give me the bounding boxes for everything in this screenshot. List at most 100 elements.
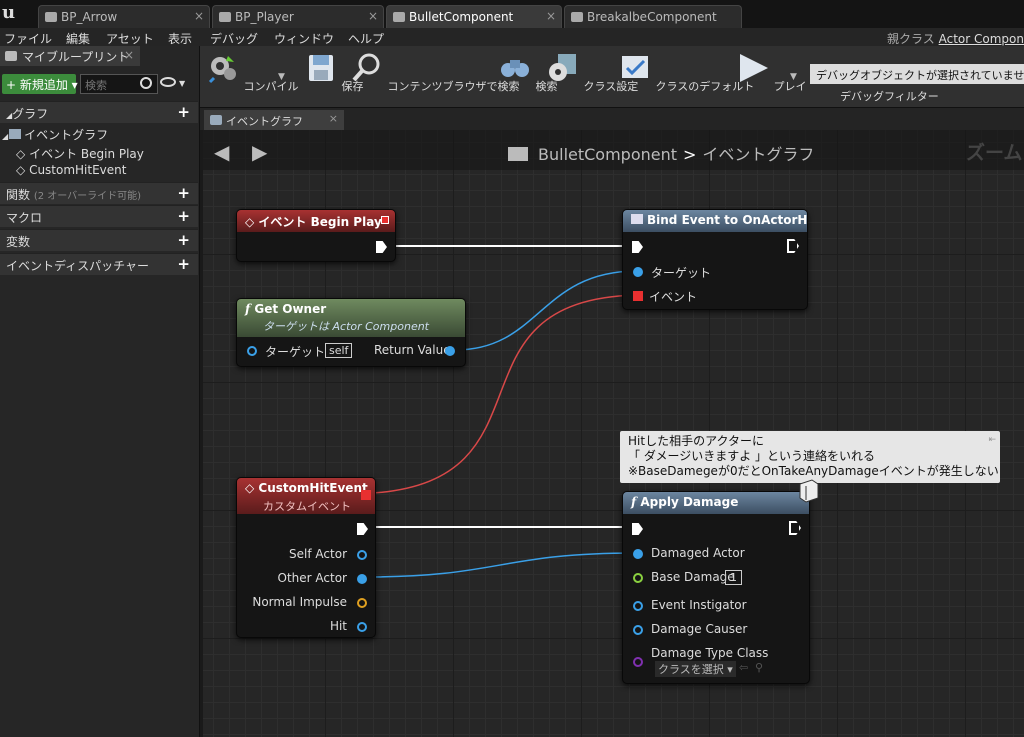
menu-debug[interactable]: デバッグ <box>210 30 258 47</box>
node-customhitevent[interactable]: ◇ CustomHitEvent カスタムイベント Self Actor Othe… <box>236 477 376 638</box>
search-icon[interactable]: ⚲ <box>755 661 763 674</box>
close-icon[interactable]: × <box>368 9 378 23</box>
find-button[interactable]: 検索 <box>498 52 558 94</box>
return-value-pin[interactable] <box>445 346 455 356</box>
tree-item-begin-play[interactable]: ◇ イベント Begin Play <box>16 145 144 162</box>
my-blueprint-tab[interactable]: マイブループリント × <box>0 46 140 66</box>
graph-icon <box>508 147 528 161</box>
add-new-button[interactable]: + 新規追加 ▾ <box>2 74 78 94</box>
base-damage-value[interactable]: 1 <box>725 570 742 585</box>
chevron-down-icon[interactable]: ▼ <box>278 72 285 82</box>
node-get-owner[interactable]: f Get Owner ターゲットは Actor Component ターゲット … <box>236 298 466 367</box>
delegate-pin[interactable] <box>381 216 389 224</box>
browse-arrow-icon[interactable]: ⇦ <box>739 661 748 674</box>
forward-arrow-icon[interactable]: ▶ <box>252 140 267 164</box>
add-icon[interactable]: + <box>177 184 190 202</box>
menu-edit[interactable]: 編集 <box>66 30 90 47</box>
pin-comment-icon[interactable]: ⇤ <box>988 433 996 448</box>
add-icon[interactable]: + <box>177 207 190 225</box>
back-arrow-icon[interactable]: ◀ <box>214 140 229 164</box>
tab-event-graph[interactable]: イベントグラフ × <box>204 110 344 130</box>
self-actor-pin[interactable] <box>357 550 367 560</box>
class-select-dropdown[interactable]: クラスを選択 ▾ <box>655 661 736 677</box>
node-apply-damage[interactable]: f Apply Damage Damaged Actor Base Damage… <box>622 491 810 684</box>
event-instigator-pin[interactable] <box>633 601 643 611</box>
tab-bp-arrow[interactable]: BP_Arrow × <box>38 5 210 28</box>
node-title: Get Owner <box>254 302 327 316</box>
other-actor-pin[interactable] <box>357 574 367 584</box>
blueprint-icon <box>45 12 57 22</box>
tab-bp-player[interactable]: BP_Player × <box>212 5 384 28</box>
target-pin[interactable] <box>633 267 643 277</box>
debug-object-select[interactable]: デバッグオブジェクトが選択されていませ <box>810 64 1024 84</box>
event-delegate-pin[interactable] <box>633 291 643 301</box>
exec-in-pin[interactable] <box>632 241 643 253</box>
class-defaults-button[interactable]: クラスのデフォルト <box>618 52 754 94</box>
add-icon[interactable]: + <box>177 255 190 273</box>
pin-label: ターゲット <box>651 266 712 280</box>
pin-label: Other Actor <box>277 571 347 585</box>
breadcrumb-separator: > <box>683 145 697 164</box>
compile-button[interactable]: コンパイル <box>206 52 299 94</box>
compile-label: コンパイル <box>243 80 299 93</box>
tree-item-event-graph[interactable]: ◢ イベントグラフ <box>2 126 108 143</box>
eye-icon[interactable] <box>160 77 176 87</box>
pin-label: Damage Type Class <box>651 646 769 660</box>
breadcrumb-component[interactable]: BulletComponent <box>538 145 677 164</box>
browse-button[interactable]: コンテンツブラウザで検索 <box>350 52 520 94</box>
section-label: マクロ <box>6 211 43 225</box>
tab-breakalbecomponent[interactable]: BreakalbeComponent <box>564 5 742 28</box>
parent-class-link[interactable]: Actor Compon <box>939 32 1024 46</box>
exec-out-pin[interactable] <box>787 239 799 253</box>
toolbar: コンパイル ▼ 保存 コンテンツブラウザで検索 検索 クラス設定 クラスのデフォ… <box>200 46 1024 108</box>
close-icon[interactable]: × <box>329 112 338 125</box>
tree-label: イベントグラフ <box>24 128 109 142</box>
save-button[interactable]: 保存 <box>304 52 364 94</box>
tree-item-customhitevent[interactable]: ◇ CustomHitEvent <box>16 163 126 177</box>
hit-pin[interactable] <box>357 622 367 632</box>
section-graph[interactable]: ◢グラフ + <box>0 101 198 123</box>
node-bind-event[interactable]: Bind Event to OnActorHit ターゲット イベント <box>622 209 808 310</box>
add-icon[interactable]: + <box>177 103 190 121</box>
close-icon[interactable]: × <box>546 9 556 23</box>
exec-in-pin[interactable] <box>632 523 643 535</box>
section-variables[interactable]: 変数 + <box>0 229 198 251</box>
target-pin[interactable] <box>247 346 257 356</box>
class-settings-button[interactable]: クラス設定 <box>546 52 638 94</box>
tab-bulletcomponent[interactable]: BulletComponent × <box>386 5 562 28</box>
base-damage-pin[interactable] <box>633 573 643 583</box>
pin-label: Hit <box>329 619 347 633</box>
section-label: 関数 <box>6 188 31 202</box>
section-functions[interactable]: 関数 (2 オーバーライド可能) + <box>0 182 198 204</box>
menu-asset[interactable]: アセット <box>106 30 154 47</box>
exec-out-pin[interactable] <box>789 521 801 535</box>
node-title: Bind Event to OnActorHit <box>647 213 808 227</box>
comment-toggle-icon[interactable] <box>796 478 822 504</box>
menu-window[interactable]: ウィンドウ <box>274 30 334 47</box>
menu-help[interactable]: ヘルプ <box>348 30 384 47</box>
chevron-down-icon[interactable]: ▼ <box>179 79 185 88</box>
play-button[interactable]: プレイ <box>736 52 807 94</box>
self-default-value[interactable]: self <box>325 343 353 358</box>
comment-bubble[interactable]: Hitした相手のアクターに 「 ダメージいきますよ 」という連絡をいれる ※Ba… <box>620 431 1000 483</box>
normal-impulse-pin[interactable] <box>357 598 367 608</box>
tab-label: BulletComponent <box>409 10 514 24</box>
node-begin-play[interactable]: ◇ イベント Begin Play <box>236 209 396 262</box>
exec-out-pin[interactable] <box>376 241 387 253</box>
parent-class: 親クラス Actor Compon <box>887 30 1024 47</box>
delegate-out-pin[interactable] <box>361 490 371 500</box>
menu-view[interactable]: 表示 <box>168 30 192 47</box>
section-dispatchers[interactable]: イベントディスパッチャー + <box>0 253 198 275</box>
menu-file[interactable]: ファイル <box>4 30 52 47</box>
exec-out-pin[interactable] <box>357 523 368 535</box>
add-icon[interactable]: + <box>177 231 190 249</box>
damaged-actor-pin[interactable] <box>633 549 643 559</box>
damage-causer-pin[interactable] <box>633 625 643 635</box>
section-macros[interactable]: マクロ + <box>0 205 198 227</box>
close-icon[interactable]: × <box>124 48 134 62</box>
compile-gear-icon <box>208 56 236 84</box>
damage-type-class-pin[interactable] <box>633 657 643 667</box>
section-label: イベントディスパッチャー <box>6 259 150 273</box>
close-icon[interactable]: × <box>194 9 204 23</box>
chevron-down-icon[interactable]: ▼ <box>790 72 797 82</box>
